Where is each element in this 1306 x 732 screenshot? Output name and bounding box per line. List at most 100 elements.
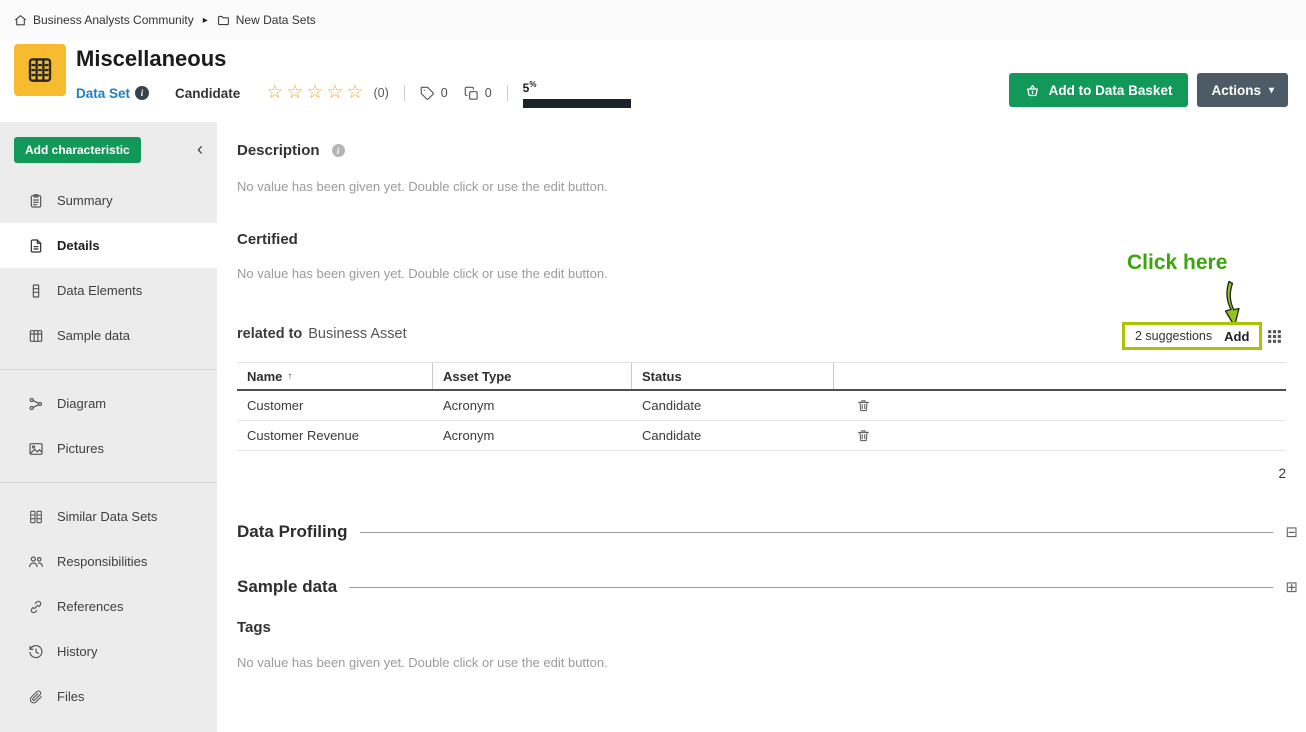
- tags-empty-value[interactable]: No value has been given yet. Double clic…: [237, 655, 608, 670]
- basket-icon: [1025, 83, 1040, 98]
- delete-relation-trash-icon[interactable]: [856, 428, 871, 443]
- domain-icon: [217, 14, 230, 27]
- add-relation-button[interactable]: Add: [1224, 329, 1249, 344]
- copy-count-button[interactable]: 0: [464, 86, 492, 101]
- sort-ascending-icon: ↑: [287, 371, 292, 382]
- column-header-name[interactable]: Name ↑: [237, 363, 433, 389]
- tag-count: 0: [441, 86, 448, 100]
- tag-count-button[interactable]: 0: [420, 86, 448, 101]
- data-profiling-section: Data Profiling ⊟: [237, 520, 1298, 544]
- certified-title: Certified: [237, 231, 298, 248]
- cell-actions: [834, 421, 1286, 450]
- collapse-icon[interactable]: ⊟: [1285, 524, 1298, 540]
- suggestions-link[interactable]: 2 suggestions: [1135, 329, 1212, 343]
- data-profiling-title: Data Profiling: [237, 522, 348, 542]
- details-icon: [28, 238, 44, 254]
- sidebar-item-responsibilities[interactable]: Responsibilities: [0, 539, 217, 584]
- add-characteristic-button[interactable]: Add characteristic: [14, 137, 141, 163]
- sidebar-item-label: Sample data: [57, 328, 130, 343]
- sidebar-item-label: Pictures: [57, 441, 104, 456]
- progress-label: 5%: [523, 81, 537, 95]
- tags-title: Tags: [237, 619, 271, 636]
- breadcrumb-separator-icon: ▸: [203, 15, 208, 26]
- tag-icon: [420, 86, 435, 101]
- app-window: Business Analysts Community ▸ New Data S…: [0, 0, 1306, 732]
- breadcrumb-domain-label: New Data Sets: [236, 13, 316, 27]
- suggestions-highlight-box: 2 suggestions Add: [1122, 322, 1262, 350]
- column-header-asset-type[interactable]: Asset Type: [433, 363, 632, 389]
- actions-button[interactable]: Actions ▾: [1197, 73, 1288, 107]
- progress-bar: [523, 99, 631, 108]
- column-header-status[interactable]: Status: [632, 363, 834, 389]
- main-content: Description i No value has been given ye…: [217, 122, 1306, 732]
- sidebar-item-sample-data[interactable]: Sample data: [0, 313, 217, 358]
- status-label: Candidate: [175, 86, 240, 101]
- sidebar-item-history[interactable]: History: [0, 629, 217, 674]
- breadcrumb-community-label: Business Analysts Community: [33, 13, 194, 27]
- tags-heading: Tags: [237, 619, 271, 636]
- sidebar-item-label: Files: [57, 689, 84, 704]
- data-elements-icon: [28, 283, 44, 299]
- description-empty-value[interactable]: No value has been given yet. Double clic…: [237, 179, 608, 194]
- table-header-row: Name ↑ Asset Type Status: [237, 362, 1286, 391]
- sidebar-divider: [0, 369, 217, 370]
- sidebar-item-details[interactable]: Details: [0, 223, 217, 268]
- header-buttons: Add to Data Basket Actions ▾: [1009, 73, 1288, 107]
- references-icon: [28, 599, 44, 615]
- related-prefix: related to: [237, 326, 302, 342]
- cell-actions: [834, 391, 1286, 420]
- history-icon: [28, 644, 44, 660]
- sidebar: Add characteristic ‹ Summary Details Dat…: [0, 122, 217, 732]
- sidebar-item-data-elements[interactable]: Data Elements: [0, 268, 217, 313]
- cell-name: Customer Revenue: [237, 421, 433, 450]
- sidebar-item-label: Data Elements: [57, 283, 142, 298]
- sidebar-item-pictures[interactable]: Pictures: [0, 426, 217, 471]
- sidebar-item-references[interactable]: References: [0, 584, 217, 629]
- breadcrumb-domain-link[interactable]: New Data Sets: [217, 13, 316, 27]
- pictures-icon: [28, 441, 44, 457]
- table-row[interactable]: Customer Revenue Acronym Candidate: [237, 421, 1286, 451]
- description-title: Description: [237, 142, 320, 159]
- asset-type-link[interactable]: Data Set: [76, 86, 130, 101]
- sidebar-item-similar-data-sets[interactable]: Similar Data Sets: [0, 494, 217, 539]
- paperclip-icon: [28, 689, 44, 705]
- column-label: Name: [247, 369, 282, 384]
- add-to-data-basket-button[interactable]: Add to Data Basket: [1009, 73, 1189, 107]
- sidebar-collapse-chevron-icon[interactable]: ‹: [197, 137, 203, 161]
- add-to-data-basket-label: Add to Data Basket: [1049, 83, 1173, 98]
- completeness-progress: 5%: [523, 79, 635, 108]
- sidebar-item-label: Diagram: [57, 396, 106, 411]
- sidebar-item-label: Similar Data Sets: [57, 509, 157, 524]
- responsibilities-icon: [28, 554, 44, 570]
- similar-data-sets-icon: [28, 509, 44, 525]
- info-icon[interactable]: i: [332, 144, 345, 157]
- star-rating[interactable]: ☆☆☆☆☆: [266, 83, 366, 103]
- related-heading: related to Business Asset: [237, 326, 407, 342]
- view-options-grid-icon[interactable]: [1266, 328, 1286, 348]
- sidebar-item-label: Summary: [57, 193, 113, 208]
- divider: [507, 85, 508, 101]
- certified-empty-value[interactable]: No value has been given yet. Double clic…: [237, 266, 608, 281]
- expand-icon[interactable]: ⊞: [1285, 579, 1298, 595]
- sample-data-section: Sample data ⊞: [237, 575, 1298, 599]
- sidebar-item-label: Responsibilities: [57, 554, 147, 569]
- column-header-actions: [834, 363, 1286, 389]
- info-icon[interactable]: i: [135, 86, 149, 100]
- community-icon: [14, 14, 27, 27]
- sidebar-item-summary[interactable]: Summary: [0, 178, 217, 223]
- related-target-type: Business Asset: [308, 326, 406, 342]
- breadcrumb-community-link[interactable]: Business Analysts Community: [14, 13, 194, 27]
- delete-relation-trash-icon[interactable]: [856, 398, 871, 413]
- sidebar-divider: [0, 482, 217, 483]
- table-row[interactable]: Customer Acronym Candidate: [237, 391, 1286, 421]
- sidebar-item-files[interactable]: Files: [0, 674, 217, 719]
- sidebar-item-diagram[interactable]: Diagram: [0, 381, 217, 426]
- certified-heading: Certified: [237, 231, 298, 248]
- copies-icon: [464, 86, 479, 101]
- actions-label: Actions: [1211, 83, 1261, 98]
- section-divider-line: [360, 532, 1274, 533]
- asset-header: Miscellaneous Data Set i Candidate ☆☆☆☆☆…: [0, 40, 1306, 122]
- diagram-icon: [28, 396, 44, 412]
- sidebar-item-label: References: [57, 599, 123, 614]
- chevron-down-icon: ▾: [1269, 85, 1274, 96]
